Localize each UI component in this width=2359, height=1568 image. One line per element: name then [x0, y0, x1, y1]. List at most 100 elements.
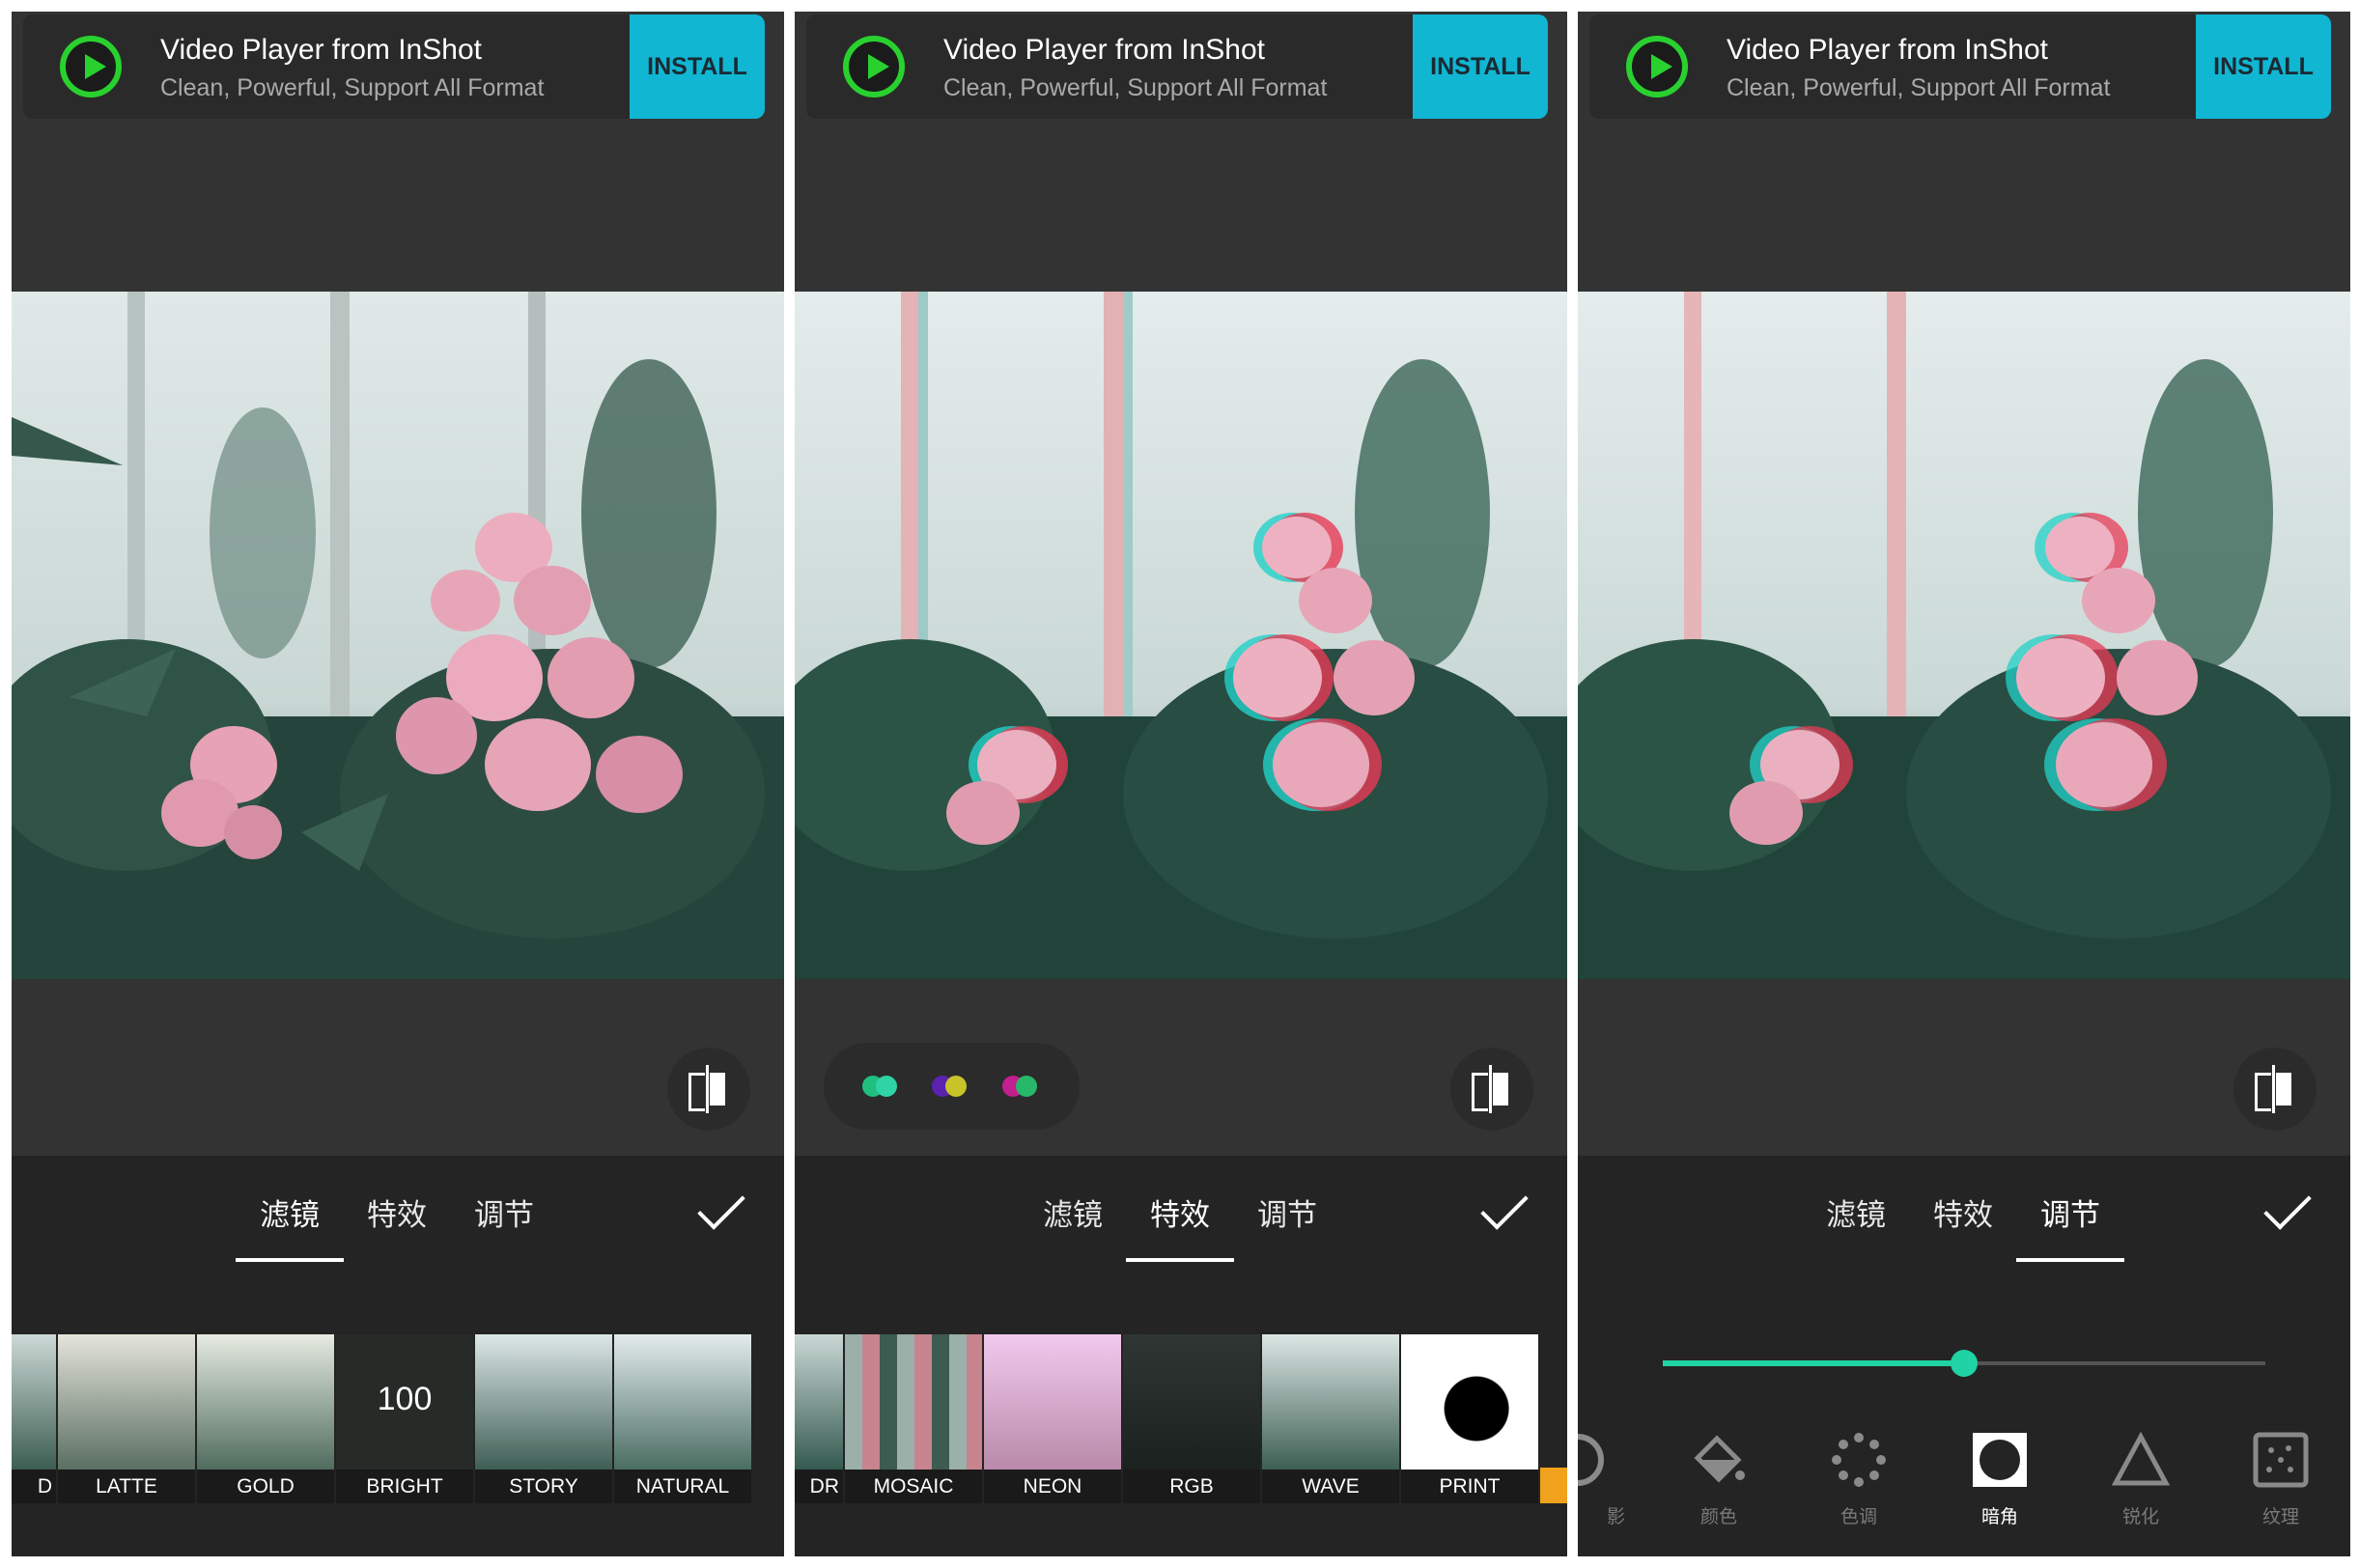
- effect-label: PRINT: [1401, 1470, 1538, 1503]
- tab-adjust[interactable]: 调节: [450, 1190, 558, 1234]
- filter-thumbnails: D LATTE GOLD 100 BRIGHT STORY NATURAL: [12, 1334, 784, 1503]
- glitch-color-selector: [824, 1043, 1080, 1130]
- compare-button[interactable]: [2233, 1048, 2317, 1131]
- tab-bar: 滤镜 特效 调节: [12, 1156, 784, 1262]
- active-tab-indicator: [2016, 1258, 2124, 1262]
- confirm-check-icon[interactable]: [1480, 1182, 1529, 1230]
- slider-handle[interactable]: [1951, 1350, 1978, 1377]
- filter-thumb[interactable]: STORY: [475, 1334, 612, 1503]
- filter-preview: [614, 1334, 751, 1470]
- effect-preview: [1262, 1334, 1399, 1470]
- effect-thumb[interactable]: RGB: [1123, 1334, 1260, 1503]
- filter-thumb[interactable]: GOLD: [197, 1334, 334, 1503]
- effect-thumbnails: DR MOSAIC NEON RGB WAVE PRINT: [795, 1334, 1567, 1503]
- grain-icon: [2253, 1432, 2309, 1488]
- effect-label: WAVE: [1262, 1470, 1399, 1503]
- sharpen-triangle-icon: [2112, 1431, 2170, 1486]
- filter-preview: [197, 1334, 334, 1470]
- tool-label: 色调: [1839, 1506, 1877, 1527]
- compare-icon: [706, 1065, 709, 1113]
- color-pair-option[interactable]: [1002, 1076, 1043, 1097]
- paint-bucket-icon: [1694, 1435, 1745, 1483]
- tab-adjust[interactable]: 调节: [2016, 1190, 2124, 1234]
- ad-title: Video Player from InShot: [943, 34, 1265, 66]
- compare-icon: [2272, 1065, 2275, 1113]
- confirm-check-icon[interactable]: [697, 1182, 745, 1230]
- effect-thumb[interactable]: PRINT: [1401, 1334, 1538, 1503]
- tab-effect[interactable]: 特效: [343, 1190, 451, 1234]
- play-icon: [1626, 36, 1688, 98]
- active-tab-indicator: [1126, 1258, 1234, 1262]
- effect-thumb-partial[interactable]: [1540, 1334, 1567, 1503]
- play-icon: [843, 36, 905, 98]
- tab-filter[interactable]: 滤镜: [1802, 1190, 1910, 1234]
- bottom-toolbar: 滤镜 特效 调节 影 颜色 色调 暗角 锐化 纹理: [1578, 1156, 2350, 1556]
- filter-preview: [12, 1334, 56, 1470]
- filter-label: GOLD: [197, 1470, 334, 1503]
- tab-effect[interactable]: 特效: [1126, 1190, 1234, 1234]
- compare-button[interactable]: [1450, 1048, 1533, 1131]
- effect-preview: [1123, 1334, 1260, 1470]
- bottom-toolbar: 滤镜 特效 调节 DR MOSAIC NEON RGB WAVE PRINT: [795, 1156, 1567, 1556]
- effect-thumb[interactable]: NEON: [984, 1334, 1121, 1503]
- filter-preview: [58, 1334, 195, 1470]
- photo-preview: [795, 292, 1567, 979]
- tab-filter[interactable]: 滤镜: [1019, 1190, 1127, 1234]
- tool-sharpen[interactable]: 锐化: [2088, 1431, 2194, 1537]
- tool-grain[interactable]: 纹理: [2228, 1431, 2334, 1537]
- filter-thumb[interactable]: NATURAL: [614, 1334, 751, 1503]
- adjust-tool-bar: 影 颜色 色调 暗角 锐化 纹理: [1578, 1431, 2350, 1556]
- tab-adjust[interactable]: 调节: [1233, 1190, 1341, 1234]
- tab-filter[interactable]: 滤镜: [236, 1190, 344, 1234]
- ad-subtitle: Clean, Powerful, Support All Format: [943, 74, 1328, 101]
- tool-color[interactable]: 颜色: [1666, 1431, 1772, 1537]
- filter-thumb[interactable]: LATTE: [58, 1334, 195, 1503]
- filter-label: NATURAL: [614, 1470, 751, 1503]
- tool-tone[interactable]: 色调: [1806, 1431, 1912, 1537]
- filter-thumb[interactable]: D: [12, 1334, 56, 1503]
- effect-label: DR: [795, 1470, 843, 1503]
- ad-subtitle: Clean, Powerful, Support All Format: [160, 74, 545, 101]
- shadow-icon: [1578, 1434, 1604, 1486]
- tool-vignette[interactable]: 暗角: [1947, 1431, 2053, 1537]
- editor-panel-adjust: Video Player from InShot Clean, Powerful…: [1578, 12, 2350, 1556]
- compare-button[interactable]: [667, 1048, 750, 1131]
- active-tab-indicator: [236, 1258, 344, 1262]
- compare-icon: [1489, 1065, 1492, 1113]
- install-button[interactable]: INSTALL: [630, 14, 765, 119]
- tab-effect[interactable]: 特效: [1909, 1190, 2017, 1234]
- filter-label: LATTE: [58, 1470, 195, 1503]
- tool-label: 颜色: [1699, 1506, 1737, 1527]
- filter-thumb-selected[interactable]: 100 BRIGHT: [336, 1334, 473, 1503]
- filter-label: D: [12, 1470, 56, 1503]
- ad-banner[interactable]: Video Player from InShot Clean, Powerful…: [1589, 14, 2331, 119]
- install-button[interactable]: INSTALL: [2196, 14, 2331, 119]
- tab-bar: 滤镜 特效 调节: [795, 1156, 1567, 1262]
- vignette-icon: [1973, 1433, 2027, 1487]
- filter-label: STORY: [475, 1470, 612, 1503]
- effect-preview: [984, 1334, 1121, 1470]
- install-button[interactable]: INSTALL: [1413, 14, 1548, 119]
- ad-banner[interactable]: Video Player from InShot Clean, Powerful…: [806, 14, 1548, 119]
- photo-preview: [12, 292, 784, 979]
- slider-fill: [1663, 1360, 1964, 1366]
- color-pair-option[interactable]: [932, 1076, 972, 1097]
- tool-shadow[interactable]: 影: [1578, 1431, 1631, 1537]
- tool-label: 纹理: [2261, 1506, 2299, 1527]
- ad-banner[interactable]: Video Player from InShot Clean, Powerful…: [23, 14, 765, 119]
- ad-title: Video Player from InShot: [160, 34, 482, 66]
- effect-label: RGB: [1123, 1470, 1260, 1503]
- intensity-slider[interactable]: [1663, 1349, 2265, 1378]
- effect-preview: [1540, 1468, 1567, 1503]
- ad-title: Video Player from InShot: [1727, 34, 2048, 66]
- flower-photo-glitch: [795, 292, 1567, 979]
- tool-label: 锐化: [2121, 1506, 2159, 1527]
- effect-thumb[interactable]: DR: [795, 1334, 843, 1503]
- effect-preview: [845, 1334, 982, 1470]
- effect-thumb[interactable]: WAVE: [1262, 1334, 1399, 1503]
- tool-label: 暗角: [1980, 1506, 2018, 1527]
- flower-photo: [12, 292, 784, 979]
- color-pair-option[interactable]: [862, 1076, 903, 1097]
- confirm-check-icon[interactable]: [2263, 1182, 2312, 1230]
- effect-thumb[interactable]: MOSAIC: [845, 1334, 982, 1503]
